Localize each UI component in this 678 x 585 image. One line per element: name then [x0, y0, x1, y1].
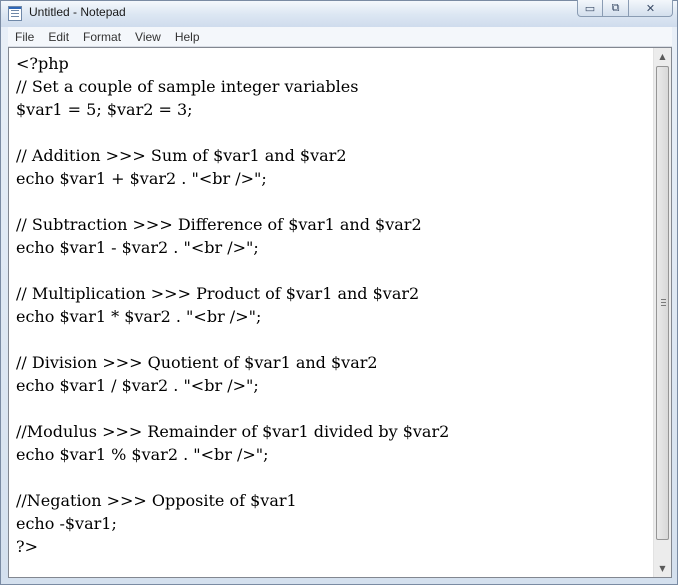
- editor-line: $var1 = 5; $var2 = 3;: [16, 100, 193, 119]
- editor-line: //Modulus >>> Remainder of $var1 divided…: [16, 422, 450, 441]
- grip-icon: [661, 299, 666, 306]
- editor-line: ?>: [16, 537, 38, 556]
- editor-line: // Multiplication >>> Product of $var1 a…: [16, 284, 420, 303]
- scrollbar-thumb[interactable]: [656, 66, 669, 540]
- notepad-window: Untitled - Notepad ▭ ⧉ ✕ File Edit Forma…: [0, 0, 678, 585]
- editor-line: // Division >>> Quotient of $var1 and $v…: [16, 353, 378, 372]
- menu-format[interactable]: Format: [76, 30, 128, 44]
- text-editor[interactable]: <?php // Set a couple of sample integer …: [9, 48, 654, 577]
- editor-line: // Addition >>> Sum of $var1 and $var2: [16, 146, 347, 165]
- minimize-button[interactable]: ▭: [577, 0, 603, 17]
- chevron-down-icon: ▼: [659, 564, 666, 573]
- menu-view[interactable]: View: [128, 30, 168, 44]
- scroll-up-button[interactable]: ▲: [654, 48, 671, 65]
- menu-edit[interactable]: Edit: [41, 30, 76, 44]
- scroll-down-button[interactable]: ▼: [654, 560, 671, 577]
- close-button[interactable]: ✕: [629, 0, 673, 17]
- maximize-button[interactable]: ⧉: [603, 0, 629, 17]
- editor-frame: <?php // Set a couple of sample integer …: [8, 47, 672, 578]
- menu-file[interactable]: File: [8, 30, 41, 44]
- minimize-icon: ▭: [584, 1, 596, 15]
- editor-line: echo $var1 / $var2 . "<br />";: [16, 376, 259, 395]
- menu-bar: File Edit Format View Help: [8, 27, 672, 47]
- window-controls: ▭ ⧉ ✕: [577, 0, 673, 18]
- menu-help[interactable]: Help: [168, 30, 207, 44]
- editor-line: <?php: [16, 54, 69, 73]
- chevron-up-icon: ▲: [659, 52, 666, 61]
- editor-line: echo $var1 % $var2 . "<br />";: [16, 445, 269, 464]
- close-icon: ✕: [645, 1, 656, 15]
- editor-line: echo -$var1;: [16, 514, 117, 533]
- vertical-scrollbar[interactable]: ▲ ▼: [653, 48, 671, 577]
- editor-line: // Subtraction >>> Difference of $var1 a…: [16, 215, 422, 234]
- editor-line: echo $var1 + $var2 . "<br />";: [16, 169, 267, 188]
- notepad-icon[interactable]: [8, 6, 22, 21]
- editor-line: // Set a couple of sample integer variab…: [16, 77, 359, 96]
- maximize-icon: ⧉: [611, 1, 620, 14]
- editor-line: //Negation >>> Opposite of $var1: [16, 491, 297, 510]
- editor-line: echo $var1 - $var2 . "<br />";: [16, 238, 259, 257]
- window-title: Untitled - Notepad: [29, 5, 126, 19]
- title-bar[interactable]: Untitled - Notepad ▭ ⧉ ✕: [1, 0, 677, 27]
- editor-line: echo $var1 * $var2 . "<br />";: [16, 307, 262, 326]
